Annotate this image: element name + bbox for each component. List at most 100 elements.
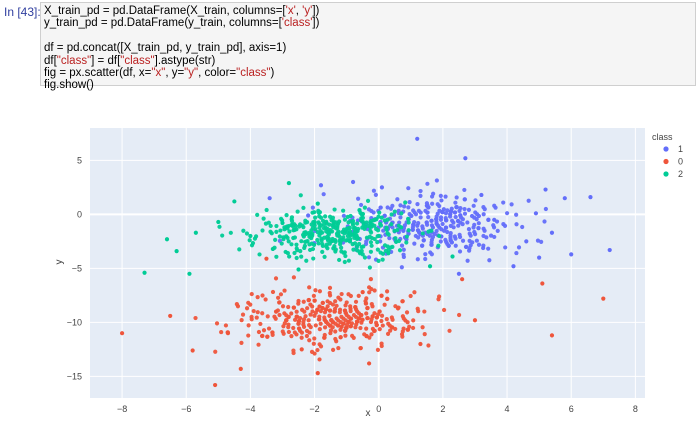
scatter-point-class-2 bbox=[429, 228, 434, 233]
scatter-point-class-1 bbox=[428, 250, 433, 255]
scatter-point-class-2 bbox=[310, 246, 316, 252]
scatter-point-class-2 bbox=[280, 220, 285, 226]
scatter-point-class-0 bbox=[356, 293, 361, 298]
scatter-point-class-0 bbox=[317, 357, 322, 362]
scatter-point-class-2 bbox=[354, 221, 360, 226]
scatter-point-class-2 bbox=[298, 222, 303, 227]
scatter-point-class-2 bbox=[237, 247, 242, 252]
scatter-point-class-0 bbox=[258, 321, 263, 327]
scatter-point-class-0 bbox=[249, 291, 254, 297]
scatter-point-class-0 bbox=[365, 315, 370, 321]
scatter-point-class-2 bbox=[328, 229, 333, 234]
scatter-point-class-0 bbox=[322, 325, 328, 330]
scatter-point-class-2 bbox=[187, 271, 192, 276]
scatter-point-class-1 bbox=[418, 188, 423, 194]
scatter-point-class-0 bbox=[318, 321, 323, 326]
scatter-point-class-0 bbox=[400, 334, 405, 339]
scatter-point-class-0 bbox=[372, 328, 377, 333]
scatter-point-class-2 bbox=[368, 224, 373, 230]
scatter-point-class-2 bbox=[340, 237, 345, 242]
scatter-point-class-0 bbox=[367, 290, 372, 295]
scatter-point-class-2 bbox=[294, 246, 299, 251]
scatter-point-class-1 bbox=[448, 233, 453, 238]
legend-marker-class-0[interactable] bbox=[663, 158, 669, 165]
scatter-point-class-0 bbox=[249, 317, 254, 322]
legend[interactable]: class 1 0 2 bbox=[652, 132, 683, 179]
scatter-point-class-1 bbox=[453, 236, 458, 241]
scatter-point-class-0 bbox=[304, 333, 309, 339]
scatter-point-class-0 bbox=[367, 285, 372, 290]
scatter-point-class-2 bbox=[396, 238, 402, 244]
scatter-point-class-2 bbox=[343, 238, 349, 243]
scatter-point-class-0 bbox=[386, 321, 391, 326]
x-tick-label: −8 bbox=[117, 404, 127, 414]
scatter-point-class-2 bbox=[306, 230, 311, 236]
scatter-point-class-0 bbox=[264, 256, 269, 261]
legend-marker-class-2[interactable] bbox=[663, 171, 669, 177]
scatter-point-class-2 bbox=[302, 243, 307, 248]
scatter-point-class-0 bbox=[460, 277, 465, 282]
scatter-point-class-1 bbox=[412, 210, 417, 215]
scatter-point-class-2 bbox=[385, 217, 390, 222]
scatter-point-class-2 bbox=[298, 249, 303, 254]
scatter-point-class-1 bbox=[445, 208, 450, 213]
scatter-point-class-0 bbox=[299, 347, 304, 352]
scatter-point-class-0 bbox=[313, 323, 318, 328]
scatter-point-class-2 bbox=[301, 205, 306, 210]
scatter-point-class-2 bbox=[282, 225, 287, 230]
scatter-point-class-1 bbox=[468, 243, 473, 248]
scatter-point-class-1 bbox=[457, 249, 463, 254]
scatter-point-class-2 bbox=[342, 217, 348, 222]
scatter-point-class-1 bbox=[465, 220, 470, 225]
scatter-point-class-1 bbox=[423, 252, 428, 257]
scatter-point-class-1 bbox=[479, 192, 484, 198]
scatter-chart: −8 −6 −4 −2 0 2 4 6 8 5 0 −5 −10 −15 x y class 1 0 2 bbox=[54, 128, 683, 419]
scatter-point-class-2 bbox=[260, 228, 265, 233]
scatter-point-class-2 bbox=[328, 239, 334, 244]
scatter-point-class-2 bbox=[350, 218, 356, 224]
scatter-point-class-1 bbox=[516, 245, 522, 250]
scatter-point-class-1 bbox=[267, 196, 272, 201]
scatter-point-class-0 bbox=[332, 309, 337, 314]
scatter-point-class-0 bbox=[333, 321, 338, 326]
legend-label-class-1[interactable]: 1 bbox=[678, 144, 683, 154]
scatter-point-class-0 bbox=[422, 309, 427, 314]
scatter-point-class-1 bbox=[429, 242, 434, 247]
scatter-point-class-1 bbox=[388, 206, 394, 211]
scatter-point-class-1 bbox=[476, 221, 481, 226]
scatter-point-class-1 bbox=[445, 241, 450, 247]
scatter-point-class-1 bbox=[460, 217, 465, 222]
scatter-point-class-2 bbox=[323, 225, 328, 230]
scatter-point-class-2 bbox=[337, 257, 342, 263]
legend-label-class-0[interactable]: 0 bbox=[678, 157, 683, 167]
scatter-point-class-2 bbox=[404, 240, 409, 245]
scatter-point-class-0 bbox=[411, 318, 416, 323]
scatter-point-class-0 bbox=[246, 333, 251, 338]
scatter-point-class-0 bbox=[291, 348, 296, 353]
scatter-point-class-0 bbox=[256, 342, 261, 347]
legend-label-class-2[interactable]: 2 bbox=[678, 169, 683, 179]
scatter-point-class-0 bbox=[422, 332, 427, 337]
scatter-point-class-2 bbox=[333, 247, 338, 252]
scatter-point-class-2 bbox=[360, 215, 366, 220]
scatter-point-class-1 bbox=[453, 243, 458, 248]
legend-marker-class-1[interactable] bbox=[663, 146, 669, 152]
scatter-point-class-0 bbox=[343, 333, 348, 338]
scatter-point-class-1 bbox=[401, 247, 406, 252]
scatter-point-class-2 bbox=[281, 237, 286, 242]
scatter-point-class-1 bbox=[418, 210, 423, 215]
scatter-point-class-0 bbox=[305, 306, 310, 311]
scatter-point-class-1 bbox=[476, 242, 482, 247]
scatter-point-class-0 bbox=[318, 344, 324, 349]
scatter-point-class-1 bbox=[462, 211, 468, 216]
y-tick-label: −15 bbox=[67, 371, 82, 381]
scatter-point-class-0 bbox=[317, 314, 322, 319]
scatter-point-class-2 bbox=[385, 230, 390, 236]
scatter-point-class-1 bbox=[435, 223, 441, 228]
scatter-point-class-0 bbox=[384, 317, 389, 322]
scatter-point-class-0 bbox=[376, 312, 381, 317]
scatter-point-class-0 bbox=[306, 297, 312, 303]
scatter-point-class-1 bbox=[406, 186, 411, 191]
scatter-point-class-2 bbox=[247, 238, 252, 243]
scatter-point-class-1 bbox=[495, 228, 500, 233]
